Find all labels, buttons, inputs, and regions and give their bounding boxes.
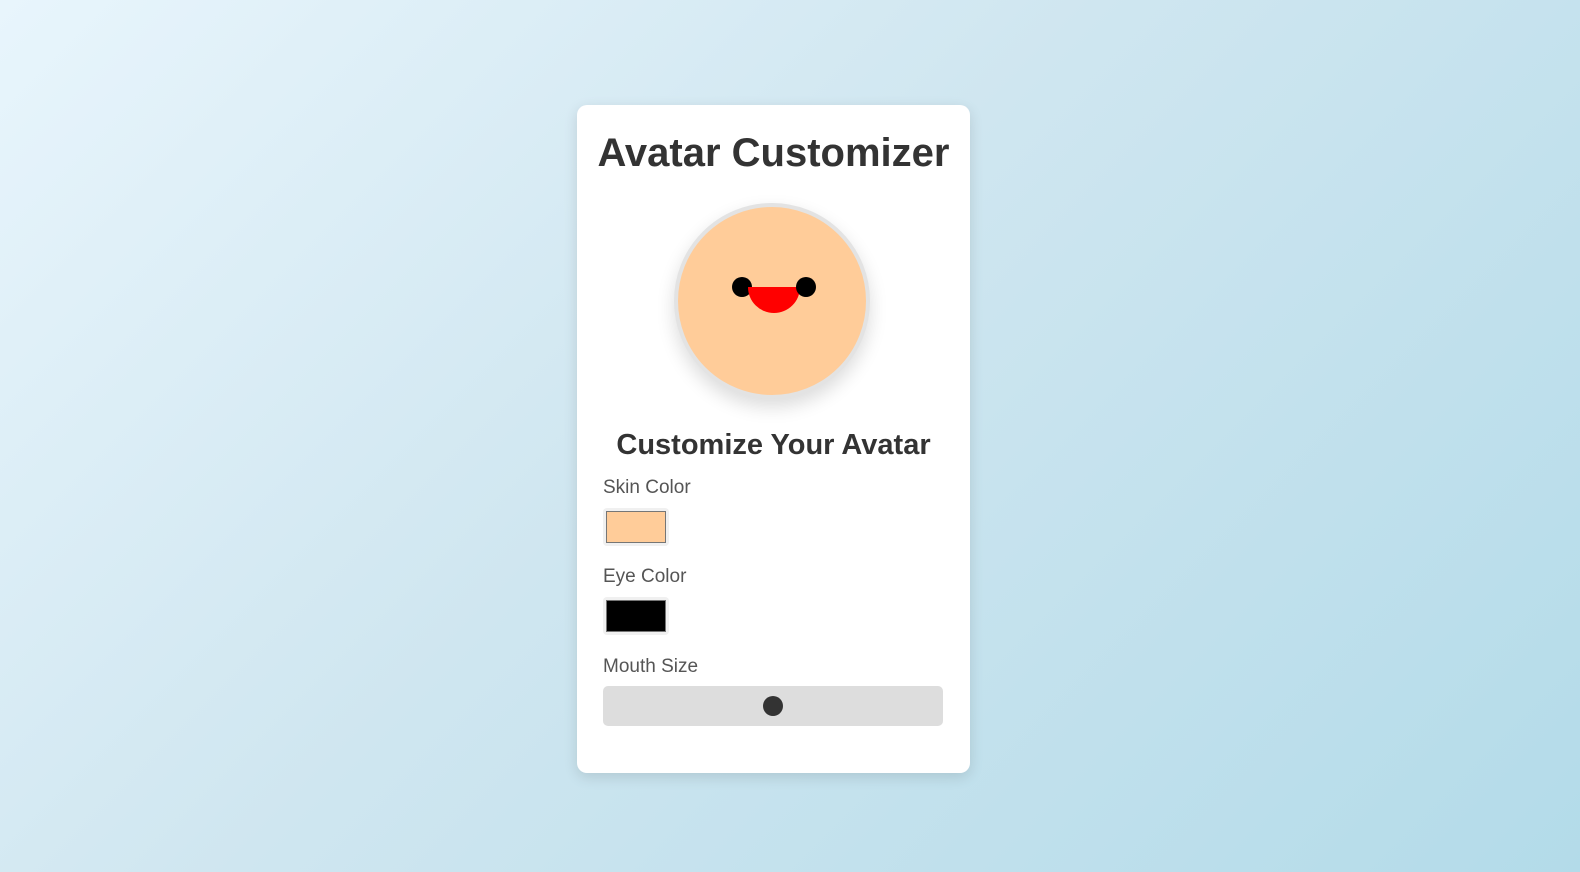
page-title: Avatar Customizer [597, 131, 950, 175]
avatar-face [674, 203, 870, 399]
eye-color-label: Eye Color [603, 566, 687, 587]
skin-color-picker[interactable] [603, 508, 669, 546]
customize-heading: Customize Your Avatar [616, 429, 931, 461]
mouth-size-label: Mouth Size [603, 656, 699, 677]
skin-color-label: Skin Color [603, 477, 691, 498]
eye-color-swatch [606, 600, 666, 632]
customizer-card: Avatar Customizer Customize Your Avatar … [577, 105, 970, 773]
skin-color-swatch [606, 511, 666, 543]
mouth-size-slider[interactable] [603, 686, 943, 726]
mouth-size-slider-thumb[interactable] [763, 696, 783, 716]
eye-color-picker[interactable] [603, 597, 669, 635]
right-eye [796, 277, 816, 297]
mouth [748, 287, 800, 313]
